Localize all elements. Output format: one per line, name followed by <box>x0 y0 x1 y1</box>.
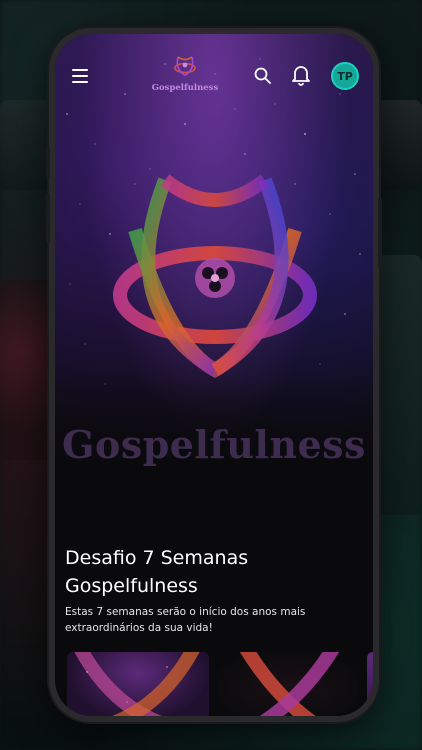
avatar[interactable]: TP <box>331 62 359 90</box>
background-card <box>377 100 422 190</box>
logo-text: Gospelfulness <box>151 83 219 93</box>
phone-side-button <box>46 148 50 178</box>
top-bar: Gospelfulness TP <box>55 56 373 98</box>
app-screen: Gospelfulness Gospelfulness TP Desafio 7… <box>55 34 373 716</box>
program-description: Estas 7 semanas serão o início dos anos … <box>65 606 306 634</box>
phone-side-button <box>378 198 382 268</box>
menu-icon[interactable] <box>72 69 88 83</box>
phone-frame: Gospelfulness Gospelfulness TP Desafio 7… <box>46 28 382 722</box>
gospelfulness-emblem-icon <box>113 174 317 379</box>
phone-side-button <box>46 193 50 243</box>
hero-banner[interactable]: Gospelfulness <box>55 34 373 514</box>
hero-title: Gospelfulness <box>62 422 366 467</box>
episode-thumbnail[interactable] <box>217 652 359 716</box>
episode-thumbnail[interactable] <box>367 652 373 716</box>
bell-icon[interactable] <box>291 64 311 86</box>
app-logo[interactable]: Gospelfulness <box>150 54 220 100</box>
thumbnail-art <box>239 652 340 716</box>
logo-emblem-icon <box>174 56 196 76</box>
episode-thumbnail[interactable] <box>67 652 209 716</box>
program-title: Desafio 7 Semanas Gospelfulness <box>65 547 249 597</box>
search-icon[interactable] <box>253 66 273 86</box>
background-card <box>377 255 422 515</box>
thumbnail-art <box>74 652 200 716</box>
